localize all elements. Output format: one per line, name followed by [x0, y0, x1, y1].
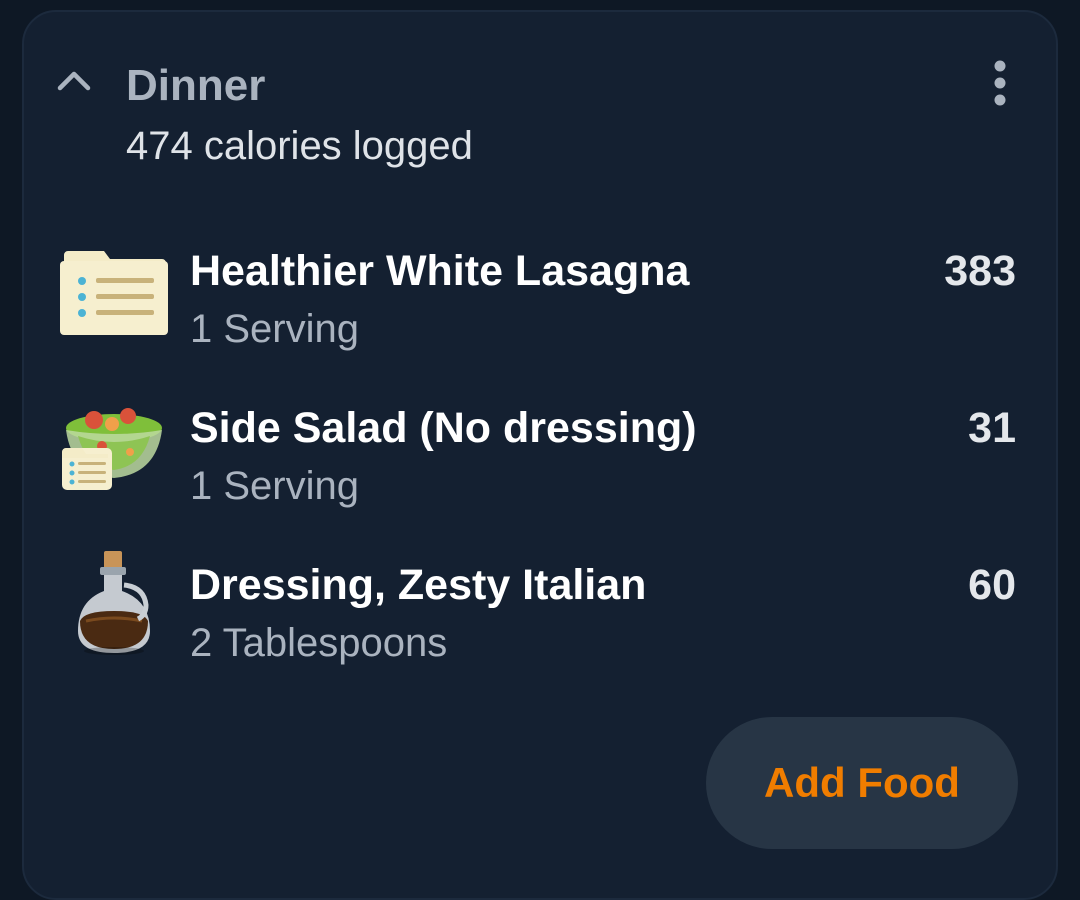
- food-quantity: 1 Serving: [190, 464, 359, 508]
- food-quantity: 2 Tablespoons: [190, 621, 448, 665]
- food-calories: 383: [944, 247, 1016, 295]
- recipe-card-icon: [60, 251, 168, 335]
- oil-bottle-icon: [78, 551, 150, 655]
- food-calories: 31: [968, 404, 1016, 452]
- add-food-button[interactable]: Add Food: [706, 717, 1018, 849]
- collapse-chevron-icon[interactable]: [54, 62, 94, 102]
- salad-bowl-icon: [62, 408, 162, 490]
- food-name: Side Salad (No dressing): [190, 404, 697, 452]
- calories-logged: 474 calories logged: [126, 124, 473, 168]
- food-calories: 60: [968, 561, 1016, 609]
- more-options-icon[interactable]: [980, 58, 1020, 108]
- food-entry[interactable]: Side Salad (No dressing) 1 Serving 31: [0, 404, 1080, 544]
- meal-title: Dinner: [126, 61, 266, 110]
- food-name: Dressing, Zesty Italian: [190, 561, 647, 609]
- food-name: Healthier White Lasagna: [190, 247, 690, 295]
- food-quantity: 1 Serving: [190, 307, 359, 351]
- food-entry[interactable]: Dressing, Zesty Italian 2 Tablespoons 60: [0, 551, 1080, 701]
- food-entry[interactable]: Healthier White Lasagna 1 Serving 383: [0, 247, 1080, 387]
